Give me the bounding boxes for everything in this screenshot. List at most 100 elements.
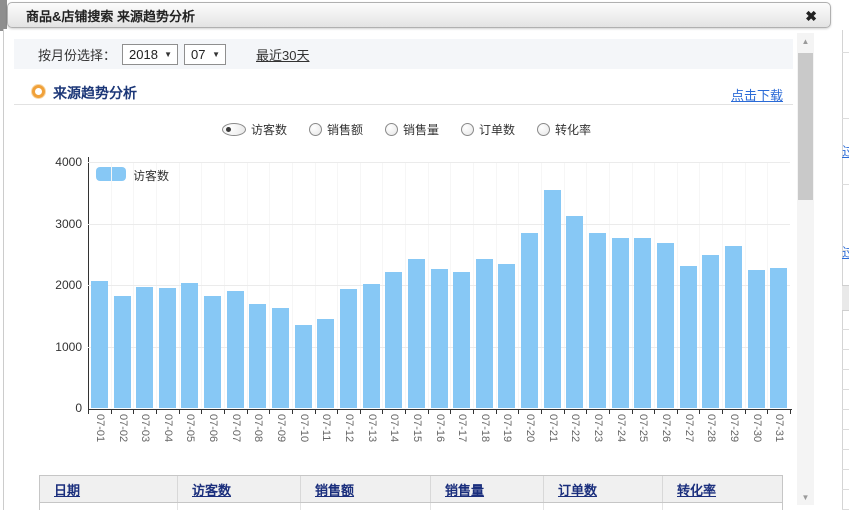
- table-cell: [663, 503, 784, 510]
- bar[interactable]: [295, 325, 312, 408]
- y-axis-tick-label: 3000: [38, 217, 82, 231]
- table-header-cell[interactable]: 访客数: [178, 476, 301, 502]
- x-axis-tick: [609, 410, 610, 414]
- bar[interactable]: [680, 266, 697, 408]
- x-axis-tick-label: 07-13: [366, 414, 377, 442]
- bar[interactable]: [272, 308, 289, 408]
- bar[interactable]: [204, 296, 221, 408]
- x-axis-tick-label: 07-17: [456, 414, 467, 442]
- table-header-cell[interactable]: 销售量: [431, 476, 544, 502]
- x-axis-tick-label: 07-02: [117, 414, 128, 442]
- close-icon[interactable]: ✖: [805, 7, 817, 25]
- bar[interactable]: [181, 283, 198, 409]
- x-axis-tick-label: 07-18: [479, 414, 490, 442]
- y-axis-tick-label: 0: [38, 401, 82, 415]
- x-axis-tick-label: 07-11: [320, 414, 331, 441]
- bar[interactable]: [544, 190, 561, 408]
- x-axis-tick-label: 07-22: [569, 414, 580, 442]
- y-axis-tick-label: 4000: [38, 155, 82, 169]
- x-axis-tick: [541, 410, 542, 414]
- x-axis-tick: [337, 410, 338, 414]
- x-axis-tick: [156, 410, 157, 414]
- table-cell: [40, 503, 178, 510]
- x-axis-tick-label: 07-21: [547, 414, 558, 442]
- x-axis-tick: [767, 410, 768, 414]
- bar[interactable]: [770, 268, 787, 408]
- bar[interactable]: [408, 259, 425, 408]
- x-axis-tick-label: 07-29: [728, 414, 739, 442]
- bar[interactable]: [340, 289, 357, 408]
- bar[interactable]: [431, 269, 448, 408]
- x-axis-tick-label: 07-14: [388, 414, 399, 442]
- x-axis-tick-label: 07-27: [683, 414, 694, 442]
- y-axis-tick-label: 1000: [38, 340, 82, 354]
- bar[interactable]: [476, 259, 493, 408]
- x-axis-tick: [428, 410, 429, 414]
- bar[interactable]: [498, 264, 515, 408]
- data-table: 日期访客数销售额销售量订单数转化率: [39, 475, 783, 510]
- y-axis-tick-label: 2000: [38, 278, 82, 292]
- x-axis-tick-label: 07-25: [637, 414, 648, 442]
- x-axis-tick-label: 07-05: [184, 414, 195, 442]
- bar[interactable]: [91, 281, 108, 408]
- bar[interactable]: [612, 238, 629, 408]
- bar[interactable]: [136, 287, 153, 408]
- x-axis-tick: [179, 410, 180, 414]
- bar[interactable]: [453, 272, 470, 408]
- x-axis-tick: [654, 410, 655, 414]
- bar[interactable]: [748, 270, 765, 408]
- bar[interactable]: [702, 255, 719, 408]
- table-cell: [178, 503, 301, 510]
- x-axis-tick-label: 07-04: [162, 414, 173, 442]
- scroll-up-icon[interactable]: ▲: [797, 33, 814, 49]
- x-axis-tick: [518, 410, 519, 414]
- bar[interactable]: [114, 296, 131, 408]
- bar[interactable]: [725, 246, 742, 408]
- bar[interactable]: [566, 216, 583, 408]
- x-axis-tick-label: 07-26: [660, 414, 671, 442]
- x-axis-tick: [88, 410, 89, 414]
- table-header-cell[interactable]: 销售额: [301, 476, 431, 502]
- table-cell: [544, 503, 663, 510]
- x-axis-tick-label: 07-16: [434, 414, 445, 442]
- bar[interactable]: [249, 304, 266, 408]
- x-axis-tick: [133, 410, 134, 414]
- dialog-titlebar: 商品&店铺搜索 来源趋势分析 ✖: [7, 2, 831, 28]
- scroll-down-icon[interactable]: ▼: [797, 489, 814, 505]
- chart: 访客数 0100020003000400007-0107-0207-0307-0…: [0, 0, 849, 510]
- legend-label: 访客数: [133, 167, 169, 184]
- bar[interactable]: [317, 319, 334, 408]
- bar[interactable]: [521, 233, 538, 408]
- x-axis-tick-label: 07-09: [275, 414, 286, 442]
- x-axis-tick: [790, 410, 791, 414]
- bar[interactable]: [385, 272, 402, 408]
- x-axis-tick: [564, 410, 565, 414]
- x-axis-tick: [405, 410, 406, 414]
- x-axis-tick-label: 07-20: [524, 414, 535, 442]
- bar[interactable]: [159, 288, 176, 408]
- x-axis-tick: [360, 410, 361, 414]
- table-cell: [301, 503, 431, 510]
- x-axis-tick-label: 07-10: [298, 414, 309, 442]
- table-header-cell[interactable]: 订单数: [544, 476, 663, 502]
- x-axis-line: [88, 409, 792, 410]
- bar[interactable]: [634, 238, 651, 408]
- dialog-title: 商品&店铺搜索 来源趋势分析: [26, 6, 195, 25]
- scrollbar-thumb[interactable]: [798, 53, 813, 200]
- x-axis-tick: [292, 410, 293, 414]
- x-axis-tick: [111, 410, 112, 414]
- bar[interactable]: [589, 233, 606, 408]
- bar[interactable]: [657, 243, 674, 408]
- table-header-cell[interactable]: 日期: [40, 476, 178, 502]
- bar[interactable]: [227, 291, 244, 408]
- x-axis-tick: [496, 410, 497, 414]
- dialog-scrollbar[interactable]: ▲ ▼: [797, 33, 814, 505]
- table-cell: [431, 503, 544, 510]
- x-axis-tick: [315, 410, 316, 414]
- x-axis-tick: [382, 410, 383, 414]
- x-axis-tick: [722, 410, 723, 414]
- table-header-cell[interactable]: 转化率: [663, 476, 784, 502]
- x-axis-tick-label: 07-07: [230, 414, 241, 442]
- bar[interactable]: [363, 284, 380, 408]
- x-axis-tick-label: 07-24: [615, 414, 626, 442]
